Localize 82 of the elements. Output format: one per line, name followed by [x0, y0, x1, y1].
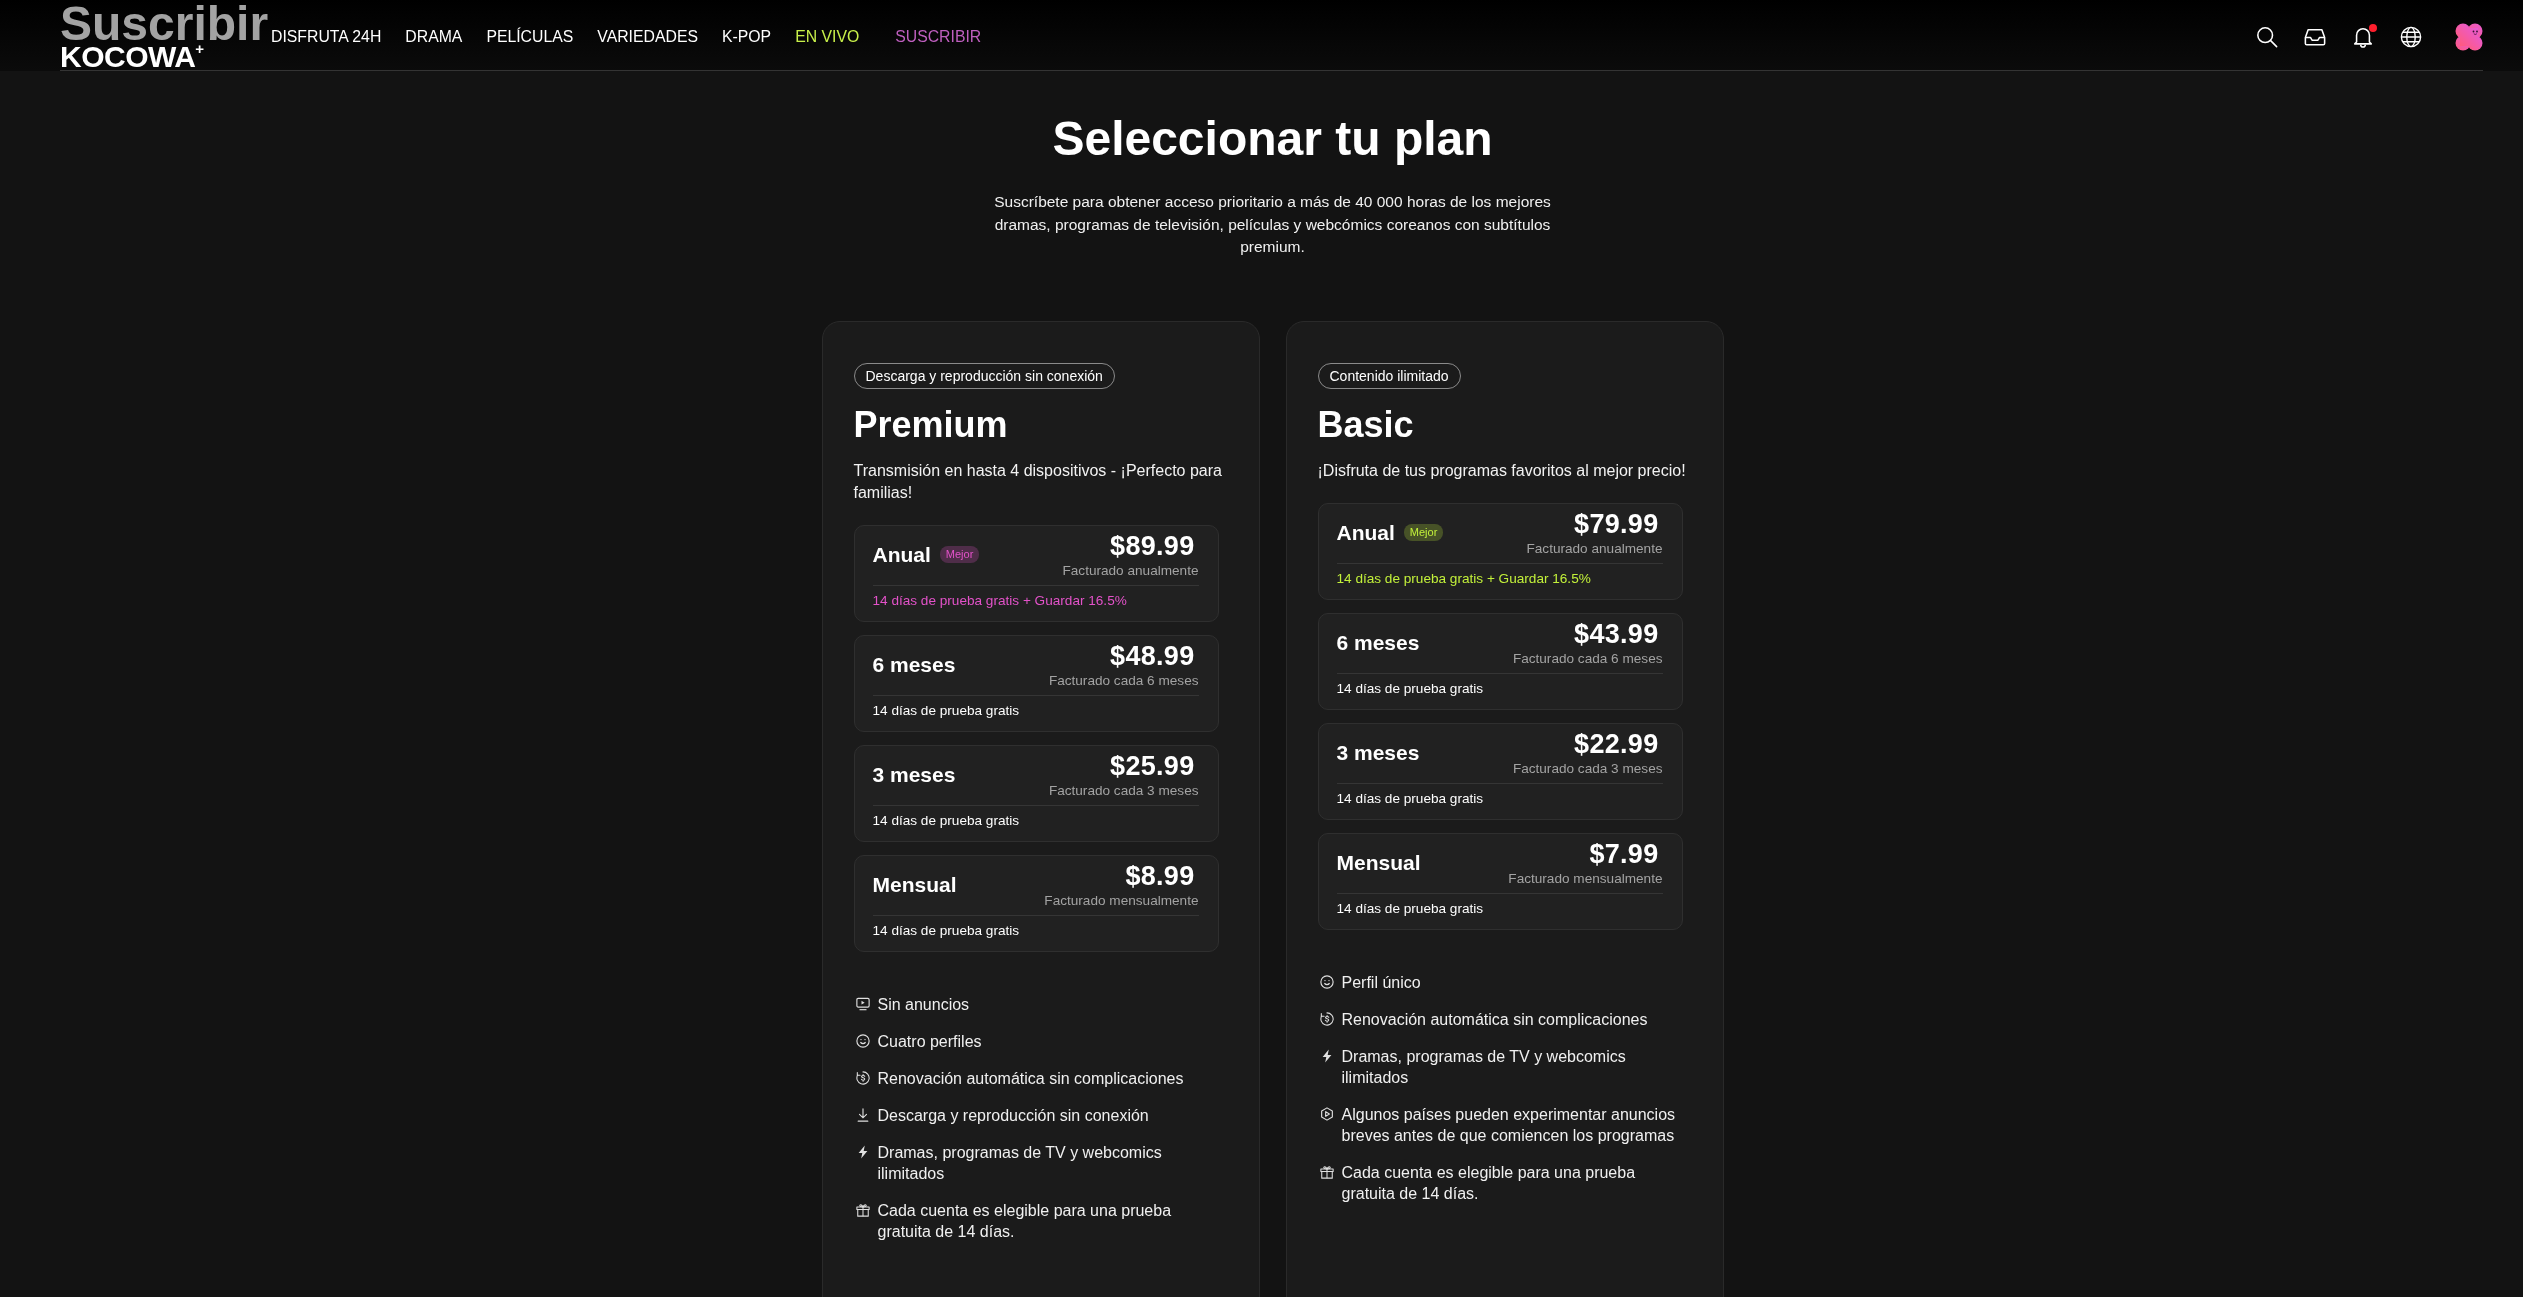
plan-option-card[interactable]: 3 meses $22.99 Facturado cada 3 meses 14 días de prueba gratis: [1317, 722, 1683, 820]
feature-text: Dramas, programas de TV y webcomics ilimitados: [877, 1142, 1163, 1184]
plan-name: Premium: [853, 402, 1009, 446]
feature-text: Dramas, programas de TV y webcomics ilimitados: [1341, 1046, 1627, 1088]
plan-option-card[interactable]: 3 meses $25.99 Facturado cada 3 meses 14 días de prueba gratis: [853, 744, 1219, 842]
price: $7.99: [1588, 838, 1660, 869]
price: $22.99: [1573, 728, 1660, 759]
page-label: Suscribir: [60, 4, 269, 44]
price: $8.99: [1124, 860, 1196, 891]
feature-text: Cuatro perfiles: [877, 1031, 982, 1052]
billing-period: Mensual: [872, 872, 957, 897]
billing-period: Anual: [1336, 520, 1395, 545]
best-value-badge: Mejor: [1403, 524, 1444, 541]
feature-text: Descarga y reproducción sin conexión: [877, 1105, 1149, 1126]
plan-option-card[interactable]: 6 meses $43.99 Facturado cada 6 meses 14 días de prueba gratis: [1317, 612, 1683, 710]
plan-name: Basic: [1317, 402, 1415, 446]
inbox-tray-icon[interactable]: [2304, 26, 2326, 48]
billing-note: Facturado anualmente: [1526, 539, 1663, 557]
best-value-badge: Mejor: [939, 546, 980, 563]
nav-link[interactable]: SUSCRIBIR: [895, 28, 982, 46]
plan-option-card[interactable]: Mensual $7.99 Facturado mensualmente 14 días de prueba gratis: [1317, 832, 1683, 930]
billing-note: Facturado anualmente: [1062, 561, 1199, 579]
plan-option-card[interactable]: Anual Mejor $89.99 Facturado anualmente 14 días de prueba gratis + Guardar 16.5%: [853, 524, 1219, 622]
trial-note: 14 días de prueba gratis: [872, 812, 1021, 829]
bell-icon[interactable]: [2352, 26, 2374, 48]
feature-text: Algunos países pueden experimentar anuncios breves antes de que comiencen los programas: [1341, 1104, 1677, 1146]
feature-text: Perfil único: [1341, 972, 1421, 993]
plan-description: Transmisión en hasta 4 dispositivos - ¡Perfecto para familias!: [853, 460, 1223, 503]
nav-link[interactable]: PELÍCULAS: [486, 28, 574, 46]
billing-period: Mensual: [1336, 850, 1421, 875]
trial-note: 14 días de prueba gratis + Guardar 16.5%: [1336, 570, 1592, 587]
price: $48.99: [1109, 640, 1196, 671]
billing-period: 3 meses: [1336, 740, 1420, 765]
avatar-icon[interactable]: [2455, 23, 2483, 51]
price: $79.99: [1573, 508, 1660, 539]
feature-text: Cada cuenta es elegible para una prueba gratuita de 14 días.: [1341, 1162, 1637, 1204]
feature-text: Renovación automática sin complicaciones: [877, 1068, 1184, 1089]
billing-period: 6 meses: [872, 652, 956, 677]
billing-period: 3 meses: [872, 762, 956, 787]
feature-text: Cada cuenta es elegible para una prueba gratuita de 14 días.: [877, 1200, 1173, 1242]
trial-note: 14 días de prueba gratis: [1336, 680, 1485, 697]
trial-note: 14 días de prueba gratis + Guardar 16.5%: [872, 592, 1128, 609]
dollar-cycle-icon: [855, 1071, 870, 1085]
feature-text: Renovación automática sin complicaciones: [1341, 1009, 1648, 1030]
nav-link[interactable]: K-POP: [721, 28, 772, 46]
plan-description: ¡Disfruta de tus programas favoritos al mejor precio!: [1317, 460, 1687, 481]
trial-note: 14 días de prueba gratis: [872, 702, 1021, 719]
page-title: Seleccionar tu plan: [1052, 111, 1493, 166]
billing-note: Facturado cada 6 meses: [1048, 671, 1199, 689]
smiley-icon: [855, 1034, 870, 1048]
gift-icon: [855, 1203, 870, 1217]
billing-period: 6 meses: [1336, 630, 1420, 655]
trial-note: 14 días de prueba gratis: [1336, 900, 1485, 917]
plan-option-card[interactable]: 6 meses $48.99 Facturado cada 6 meses 14 días de prueba gratis: [853, 634, 1219, 732]
feature-text: Sin anuncios: [877, 994, 970, 1015]
dollar-cycle-icon: [1319, 1012, 1334, 1026]
search-icon[interactable]: [2256, 26, 2278, 48]
billing-period: Anual: [872, 542, 931, 567]
plan-option-card[interactable]: Anual Mejor $79.99 Facturado anualmente 14 días de prueba gratis + Guardar 16.5%: [1317, 502, 1683, 600]
price: $25.99: [1109, 750, 1196, 781]
smiley-icon: [1319, 975, 1334, 989]
billing-note: Facturado mensualmente: [1508, 869, 1663, 887]
nav-link[interactable]: VARIEDADES: [597, 28, 698, 46]
billing-note: Facturado mensualmente: [1044, 891, 1199, 909]
nav-link[interactable]: EN VIVO: [795, 28, 860, 46]
video-screen-icon: [855, 997, 870, 1011]
nav-link[interactable]: DISFRUTA 24H: [271, 28, 382, 46]
trial-note: 14 días de prueba gratis: [872, 922, 1021, 939]
price: $43.99: [1573, 618, 1660, 649]
billing-note: Facturado cada 3 meses: [1512, 759, 1663, 777]
price: $89.99: [1109, 530, 1196, 561]
page-subtitle: Suscríbete para obtener acceso prioritario a más de 40 000 horas de los mejores dramas, programas de televisión, películas y webcómics coreanos con subtítulos premium.: [993, 192, 1552, 257]
plan-option-card[interactable]: Mensual $8.99 Facturado mensualmente 14 días de prueba gratis: [853, 854, 1219, 952]
billing-note: Facturado cada 3 meses: [1048, 781, 1199, 799]
globe-icon[interactable]: [2400, 26, 2422, 48]
billing-note: Facturado cada 6 meses: [1512, 649, 1663, 667]
play-hexagon-icon: [1319, 1107, 1334, 1121]
logo[interactable]: KOCOWA$^{+}$: [60, 44, 204, 70]
nav-link[interactable]: DRAMA: [405, 28, 463, 46]
trial-note: 14 días de prueba gratis: [1336, 790, 1485, 807]
down-arrow-icon: [855, 1108, 870, 1122]
gift-icon: [1319, 1165, 1334, 1179]
